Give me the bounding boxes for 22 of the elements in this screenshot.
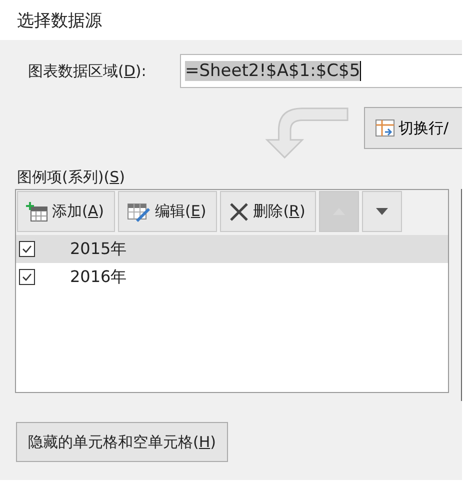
delete-x-icon bbox=[229, 202, 250, 220]
checkbox[interactable] bbox=[19, 269, 35, 285]
move-down-button[interactable] bbox=[362, 191, 402, 232]
table-pencil-icon bbox=[126, 202, 151, 222]
series-name: 2016年 bbox=[70, 266, 127, 288]
range-field[interactable]: =Sheet2!$A$1:$C$5 bbox=[180, 54, 462, 88]
legend-series-label: 图例项(系列)(S) bbox=[17, 168, 126, 188]
range-label: 图表数据区域(D): bbox=[28, 62, 148, 80]
hidden-cells-button[interactable]: 隐藏的单元格和空单元格(H) bbox=[16, 422, 228, 462]
checkbox[interactable] bbox=[19, 241, 35, 257]
add-button[interactable]: 添加(A) bbox=[17, 191, 115, 232]
series-row[interactable]: 2016年 bbox=[16, 263, 448, 291]
delete-button[interactable]: 删除(R) bbox=[220, 191, 316, 232]
switch-icon bbox=[374, 119, 395, 137]
series-row[interactable]: 2015年 bbox=[16, 235, 448, 263]
edit-button[interactable]: 编辑(E) bbox=[118, 191, 218, 232]
switch-row-column-button[interactable]: 切换行/ bbox=[364, 107, 462, 149]
series-name: 2015年 bbox=[70, 238, 127, 260]
curved-arrow-icon bbox=[263, 106, 350, 160]
down-triangle-icon bbox=[376, 208, 388, 215]
table-plus-icon bbox=[26, 202, 48, 222]
window-title: 选择数据源 bbox=[16, 10, 103, 33]
